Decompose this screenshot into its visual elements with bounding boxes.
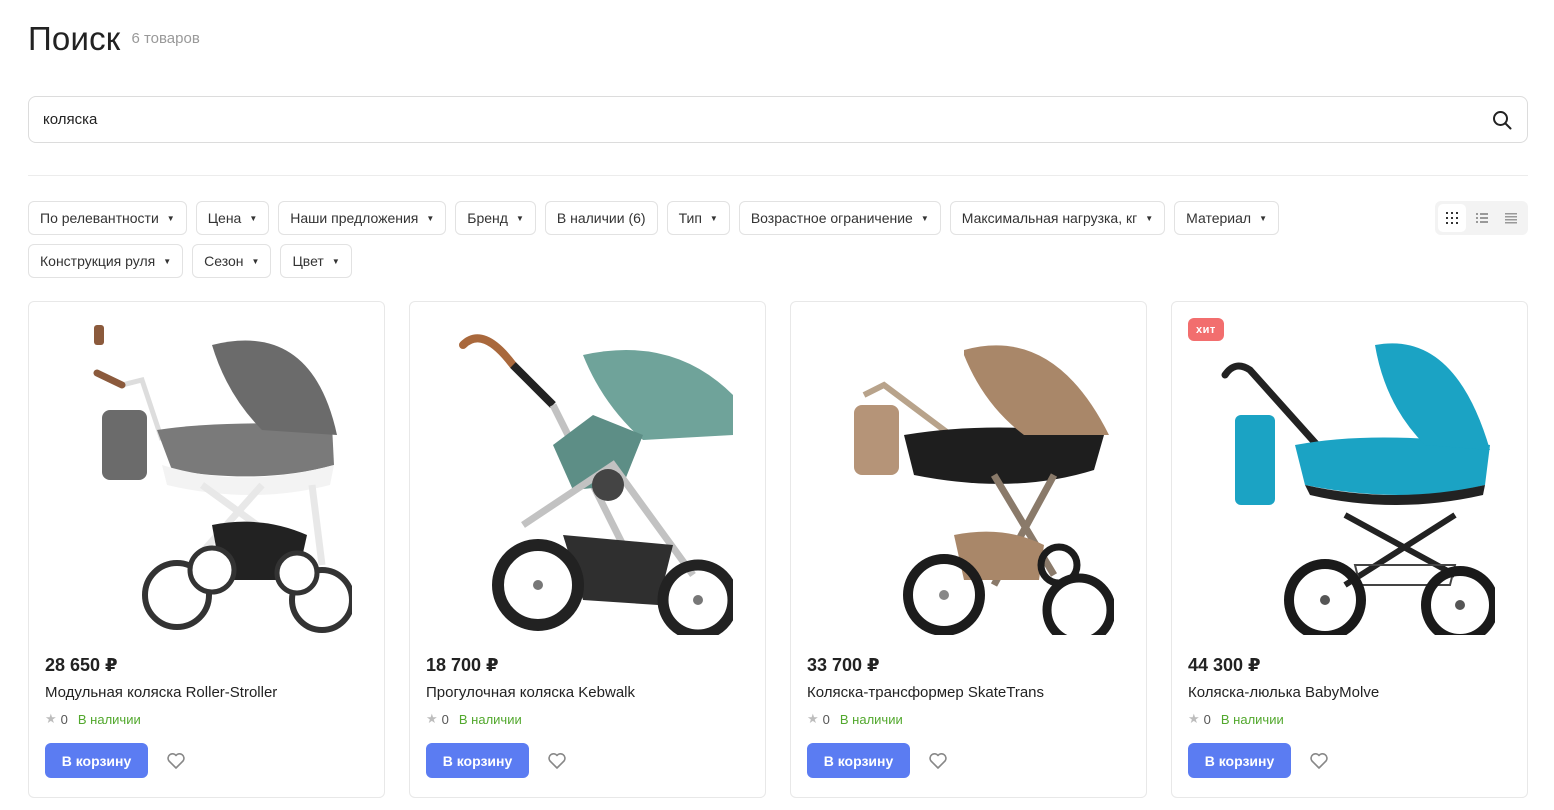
product-price: 18 700 ₽ [426, 655, 499, 675]
filter-brand[interactable]: Бренд ▼ [455, 201, 536, 235]
results-count: 6 товаров [131, 30, 200, 47]
filter-label: Сезон [204, 253, 244, 269]
list-view-icon[interactable] [1468, 204, 1496, 232]
product-name[interactable]: Модульная коляска Roller-Stroller [45, 684, 277, 701]
filter-label: По релевантности [40, 210, 159, 226]
star-icon: ★ [426, 711, 438, 726]
filter-label: Тип [678, 210, 702, 226]
search-icon[interactable] [1491, 109, 1513, 131]
heart-icon[interactable] [1308, 750, 1330, 772]
product-meta: ★ 0 В наличии [1188, 711, 1284, 727]
caret-down-icon: ▼ [920, 213, 929, 223]
caret-down-icon: ▼ [331, 256, 340, 266]
grid-view-icon[interactable] [1438, 204, 1466, 232]
rating-value: 0 [60, 711, 68, 727]
stock-status: В наличии [839, 711, 903, 727]
caret-down-icon: ▼ [251, 256, 260, 266]
product-meta: ★ 0 В наличии [426, 711, 522, 727]
filter-material[interactable]: Материал ▼ [1174, 201, 1279, 235]
product-name[interactable]: Коляска-трансформер SkateTrans [807, 684, 1044, 701]
star-icon: ★ [807, 711, 819, 726]
stock-status: В наличии [77, 711, 141, 727]
product-image-stroller-blue[interactable] [1188, 318, 1512, 642]
rating-value: 0 [1203, 711, 1211, 727]
caret-down-icon: ▼ [1145, 213, 1154, 223]
heart-icon[interactable] [927, 750, 949, 772]
filter-label: Бренд [467, 210, 508, 226]
star-icon: ★ [1188, 711, 1200, 726]
filter-price[interactable]: Цена ▼ [195, 201, 270, 235]
view-switcher [1435, 201, 1528, 235]
product-card[interactable]: 28 650 ₽ Модульная коляска Roller-Stroll… [28, 301, 385, 798]
product-image-stroller-bronze[interactable] [807, 318, 1131, 642]
add-to-cart-button[interactable]: В корзину [45, 743, 148, 778]
filter-label: Возрастное ограничение [750, 210, 913, 226]
filter-label: Максимальная нагрузка, кг [961, 210, 1138, 226]
caret-down-icon: ▼ [163, 256, 172, 266]
caret-down-icon: ▼ [709, 213, 718, 223]
add-to-cart-button[interactable]: В корзину [807, 743, 910, 778]
filter-sort[interactable]: По релевантности ▼ [28, 201, 187, 235]
filter-label: В наличии (6) [556, 210, 646, 226]
heart-icon[interactable] [546, 750, 568, 772]
add-to-cart-button[interactable]: В корзину [426, 743, 529, 778]
filter-label: Конструкция руля [40, 253, 156, 269]
filter-label: Наши предложения [290, 210, 419, 226]
filter-age[interactable]: Возрастное ограничение ▼ [738, 201, 941, 235]
product-card[interactable]: 18 700 ₽ Прогулочная коляска Kebwalk ★ 0… [409, 301, 766, 798]
search-box [28, 96, 1528, 143]
filter-type[interactable]: Тип ▼ [666, 201, 730, 235]
filter-offers[interactable]: Наши предложения ▼ [278, 201, 447, 235]
filter-color[interactable]: Цвет ▼ [280, 244, 352, 278]
caret-down-icon: ▼ [249, 213, 258, 223]
product-name[interactable]: Коляска-люлька BabyMolve [1188, 684, 1379, 701]
product-image-stroller-gray[interactable] [45, 318, 369, 642]
product-image-stroller-teal[interactable] [426, 318, 750, 642]
filter-season[interactable]: Сезон ▼ [192, 244, 272, 278]
caret-down-icon: ▼ [515, 213, 524, 223]
product-meta: ★ 0 В наличии [45, 711, 141, 727]
product-price: 28 650 ₽ [45, 655, 118, 675]
filter-label: Цвет [292, 253, 324, 269]
filter-handle[interactable]: Конструкция руля ▼ [28, 244, 184, 278]
product-name[interactable]: Прогулочная коляска Kebwalk [426, 684, 635, 701]
search-input[interactable] [43, 111, 1491, 128]
filter-max-load[interactable]: Максимальная нагрузка, кг ▼ [949, 201, 1166, 235]
product-card[interactable]: 33 700 ₽ Коляска-трансформер SkateTrans … [790, 301, 1147, 798]
page-title: Поиск [28, 20, 121, 57]
caret-down-icon: ▼ [1259, 213, 1267, 223]
heart-icon[interactable] [165, 750, 187, 772]
stock-status: В наличии [458, 711, 522, 727]
product-grid: 28 650 ₽ Модульная коляска Roller-Stroll… [28, 301, 1528, 798]
filter-bar: По релевантности ▼ Цена ▼ Наши предложения… [28, 201, 1428, 278]
star-icon: ★ [45, 711, 57, 726]
page-header: Поиск 6 товаров [28, 20, 200, 58]
product-price: 33 700 ₽ [807, 655, 880, 675]
filter-label: Материал [1186, 210, 1252, 226]
rating-value: 0 [822, 711, 830, 727]
caret-down-icon: ▼ [426, 213, 435, 223]
caret-down-icon: ▼ [166, 213, 175, 223]
add-to-cart-button[interactable]: В корзину [1188, 743, 1291, 778]
filter-label: Цена [207, 210, 242, 226]
filter-in-stock[interactable]: В наличии (6) [544, 201, 658, 235]
product-meta: ★ 0 В наличии [807, 711, 903, 727]
compact-list-icon[interactable] [1497, 204, 1525, 232]
divider [28, 175, 1528, 176]
product-price: 44 300 ₽ [1188, 655, 1261, 675]
stock-status: В наличии [1220, 711, 1284, 727]
product-card[interactable]: хит 44 300 ₽ Коляска-люлька BabyMolve ★ … [1171, 301, 1528, 798]
rating-value: 0 [441, 711, 449, 727]
